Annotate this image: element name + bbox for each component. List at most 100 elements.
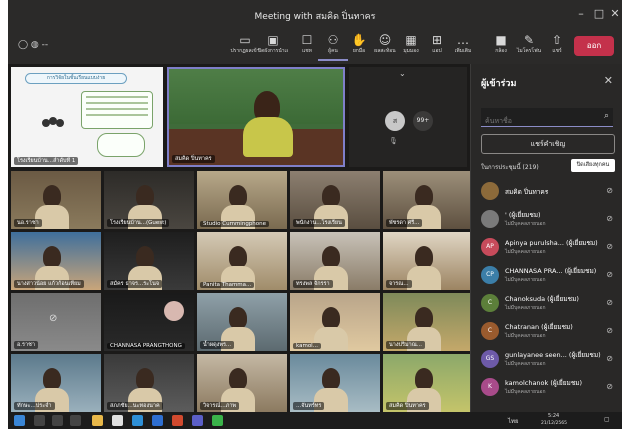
participant-row[interactable]: Kkamolchanok (ผู้เยี่ยมชม) ไม่มีบุคคลภายน… — [479, 376, 619, 400]
layout-label: ปรากฏผลเข้า — [230, 48, 260, 54]
mic-off-icon: ⊘ — [606, 382, 613, 391]
active-speaker-tile[interactable]: สมคิด ปิ่นทาคร — [167, 67, 345, 167]
participant-video-tile[interactable]: kamol... — [290, 293, 380, 351]
section-label[interactable]: ในการประชุมนี้ (219) — [481, 162, 539, 172]
camera-label: กล้อง — [495, 48, 507, 54]
word-icon[interactable] — [152, 415, 163, 426]
clock-time[interactable]: 5:24 — [548, 413, 559, 419]
search-icon[interactable]: ⌕ — [604, 111, 609, 121]
share-invite-button[interactable]: แชร์คำเชิญ — [481, 134, 615, 154]
participant-video-tile[interactable]: Studio Cummingphone — [197, 171, 287, 229]
participant-name: CHANNASA PRA... (ผู้เยี่ยมชม) — [505, 267, 597, 275]
participant-figure — [229, 246, 247, 268]
share-invite-label: แชร์คำเชิญ — [530, 140, 566, 148]
share-button[interactable]: ⇧ แชร์ — [542, 33, 572, 55]
participant-video-tile[interactable]: โรงเรียนบ้าน...(Guest) — [104, 171, 194, 229]
participant-video-tile[interactable]: สมัคร ธาจร...ระโนจ — [104, 232, 194, 290]
overflow-panel: ⌄ ส 99+ 🎙 — [349, 67, 467, 167]
search-taskbar-icon[interactable] — [34, 415, 45, 426]
participant-video-tile[interactable]: นอ.ราชา — [11, 171, 101, 229]
shared-slide-tile[interactable]: การวิจัยในชั้นเรียนแบบง่าย โรงเรียนบ้าน.… — [11, 67, 163, 167]
layout-icon: ▭ — [239, 33, 251, 47]
edge-icon[interactable] — [132, 415, 143, 426]
participant-figure — [415, 246, 433, 268]
participant-video-tile[interactable]: น้ำผดุงพร... — [197, 293, 287, 351]
speaker-body — [243, 117, 293, 157]
participant-video-tile[interactable]: Panita Thamma... — [197, 232, 287, 290]
powerpoint-icon[interactable] — [172, 415, 183, 426]
avatar: C — [481, 294, 499, 312]
participant-figure — [322, 368, 340, 390]
participant-name: Chatranan (ผู้เยี่ยมชม) — [505, 323, 573, 331]
language-indicator[interactable]: ไทย — [508, 416, 519, 426]
participant-tile-name: Studio Cummingphone — [200, 221, 270, 227]
participant-row[interactable]: CP CHANNASA PRA... (ผู้เยี่ยมชม) ไม่มีบุคค… — [479, 264, 619, 288]
avatar — [481, 210, 499, 228]
participant-video-tile[interactable]: ...จันทร์ทร — [290, 354, 380, 412]
participant-status: ไม่มีบุคคลภายนอก — [505, 305, 546, 311]
chevron-down-icon[interactable]: ⌄ — [399, 69, 406, 78]
participant-video-tile[interactable]: CHANNASA PRANGTHONG — [104, 293, 194, 351]
speaker-name: สมคิด ปิ่นทาคร — [172, 155, 215, 163]
close-icon[interactable]: ✕ — [604, 74, 613, 87]
participant-row[interactable]: สมคิด ปิ่นทาคร ⊘ — [479, 180, 619, 204]
task-view-icon[interactable] — [52, 415, 63, 426]
participant-row[interactable]: ' (ผู้เยี่ยมชม) ไม่มีบุคคลภายนอก ⊘ — [479, 208, 619, 232]
maximize-button[interactable]: □ — [592, 7, 606, 20]
participant-tile-name: พัชรดา ศรี... — [386, 219, 423, 227]
participant-video-tile[interactable]: ⊘ อ.ราชา — [11, 293, 101, 351]
participant-figure — [43, 185, 61, 207]
search-input[interactable] — [481, 113, 599, 129]
avatar: CP — [481, 266, 499, 284]
participant-body — [407, 266, 441, 290]
participant-tile-name: พนักงาน...โรงเรียน — [293, 219, 345, 227]
participant-video-tile[interactable]: นางปริมาณ... — [383, 293, 473, 351]
close-window-button[interactable]: ✕ — [608, 7, 622, 20]
clock-date[interactable]: 21/12/2565 — [541, 421, 567, 426]
participant-status: ไม่มีบุคคลภายนอก — [505, 361, 546, 367]
file-explorer-icon[interactable] — [92, 415, 103, 426]
participant-figure — [43, 246, 61, 268]
whiteboard-button[interactable]: ▣ปิดผังการนำเสนอ — [258, 33, 288, 55]
participant-video-tile[interactable]: สภภชัย...นะทองนาค — [104, 354, 194, 412]
participant-tile-name: CHANNASA PRANGTHONG — [107, 343, 185, 349]
mute-all-button[interactable]: ปิดเสียงทุกคน — [571, 159, 615, 172]
line-icon[interactable] — [212, 415, 223, 426]
participant-video-tile[interactable]: จารณ... — [383, 232, 473, 290]
participant-video-tile[interactable]: วิจารณ์...ภาพ — [197, 354, 287, 412]
participant-video-tile[interactable]: สมคิด ปิ่นทาคร — [383, 354, 473, 412]
participant-figure — [322, 185, 340, 207]
overflow-count-badge[interactable]: 99+ — [413, 111, 433, 131]
panel-title: ผู้เข้าร่วม — [481, 79, 517, 89]
title-bar: Meeting with สมคิด ปิ่นทาคร – □ ✕ — [8, 0, 622, 30]
participant-row[interactable]: AP Apinya purulsha... (ผู้เยี่ยมชม) ไม่มีบ… — [479, 236, 619, 260]
participant-tile-name: ...จันทร์ทร — [293, 402, 325, 410]
participant-video-tile[interactable]: พนักงาน...โรงเรียน — [290, 171, 380, 229]
participant-figure — [136, 368, 154, 390]
participant-row[interactable]: C Chatranan (ผู้เยี่ยมชม) ไม่มีบุคคลภายนอก… — [479, 320, 619, 344]
participant-tile-name: ทักษะ...ประจำ — [14, 402, 55, 410]
participant-video-tile[interactable]: ทักษะ...ประจำ — [11, 354, 101, 412]
teams-icon[interactable] — [192, 415, 203, 426]
widgets-icon[interactable] — [70, 415, 81, 426]
more-button[interactable]: … เพิ่มเติม — [448, 33, 478, 55]
participant-row[interactable]: GS gunlayanee seen... (ผู้เยี่ยมชม) ไม่มีบ… — [479, 348, 619, 372]
camera-button[interactable]: ■ กล้อง — [486, 33, 516, 55]
layout-button[interactable]: ▭ ปรากฏผลเข้า — [230, 33, 260, 55]
participant-video-tile[interactable]: ทรงพล จักรรา — [290, 232, 380, 290]
windows-start-icon[interactable] — [14, 415, 25, 426]
chrome-icon[interactable] — [112, 415, 123, 426]
participants-panel: ผู้เข้าร่วม ✕ ⌕ แชร์คำเชิญ ในการประชุมนี… — [470, 64, 622, 412]
slide-text-box — [81, 91, 153, 129]
participant-tile-name: นอ.ราชา — [14, 219, 42, 227]
participant-row[interactable]: C Chanoksuda (ผู้เยี่ยมชม) ไม่มีบุคคลภายนอ… — [479, 292, 619, 316]
mic-off-icon: ⊘ — [606, 354, 613, 363]
notification-icon[interactable]: ▢ — [604, 416, 610, 423]
participant-video-tile[interactable]: พัชรดา ศรี... — [383, 171, 473, 229]
minimize-button[interactable]: – — [574, 7, 588, 20]
overflow-avatar[interactable]: ส — [385, 111, 405, 131]
mic-button[interactable]: ✎ ไมโครโฟน — [514, 33, 544, 55]
participant-video-tile[interactable]: นางสาวน้อย แก้วก้อนเทียม — [11, 232, 101, 290]
more-label: เพิ่มเติม — [454, 48, 472, 54]
leave-button[interactable]: ออก — [574, 36, 614, 56]
